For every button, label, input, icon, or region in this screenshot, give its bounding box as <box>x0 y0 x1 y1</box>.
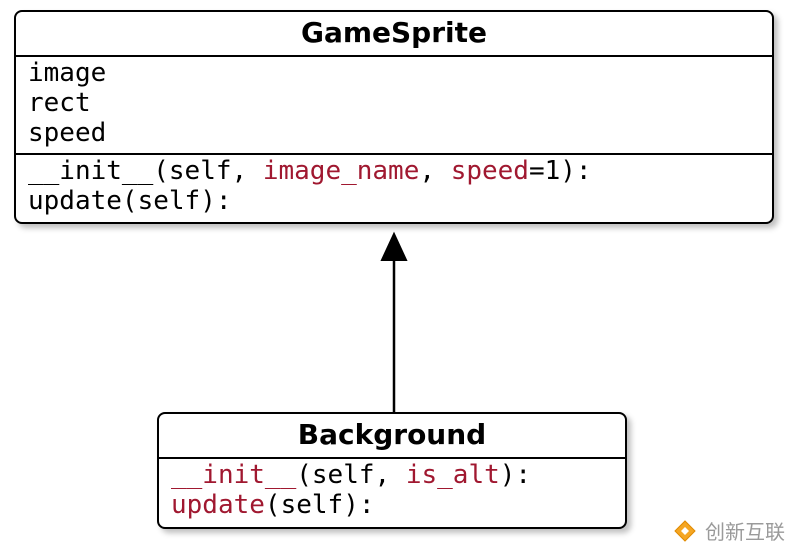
uml-class-title: Background <box>159 414 625 459</box>
method-row: __init__(self, image_name, speed=1): <box>28 157 760 187</box>
watermark: 创新互联 <box>671 516 785 545</box>
uml-methods: __init__(self, is_alt): update(self): <box>159 459 625 527</box>
method-name: update <box>28 186 122 216</box>
method-name: __init__ <box>171 460 296 490</box>
param-self: self <box>312 460 375 490</box>
attr-row: rect <box>28 89 760 119</box>
uml-class-title: GameSprite <box>16 12 772 57</box>
uml-class-gamesprite: GameSprite image rect speed __init__(sel… <box>14 10 774 224</box>
method-row: __init__(self, is_alt): <box>171 461 613 491</box>
method-name: __init__ <box>28 156 153 186</box>
logo-icon <box>671 517 699 545</box>
method-row: update(self): <box>171 491 613 521</box>
uml-attributes: image rect speed <box>16 57 772 155</box>
uml-methods: __init__(self, image_name, speed=1): upd… <box>16 155 772 223</box>
attr-row: image <box>28 59 760 89</box>
param-self: self <box>281 490 344 520</box>
param-isalt: is_alt <box>406 460 500 490</box>
param-self: self <box>138 186 201 216</box>
uml-class-background: Background __init__(self, is_alt): updat… <box>157 412 627 529</box>
param-speed: speed <box>451 156 529 186</box>
method-name: update <box>171 490 265 520</box>
param-self: self <box>169 156 232 186</box>
param-imagename: image_name <box>263 156 420 186</box>
watermark-text: 创新互联 <box>705 516 785 545</box>
attr-row: speed <box>28 119 760 149</box>
method-row: update(self): <box>28 187 760 217</box>
param-default: 1 <box>545 156 561 186</box>
